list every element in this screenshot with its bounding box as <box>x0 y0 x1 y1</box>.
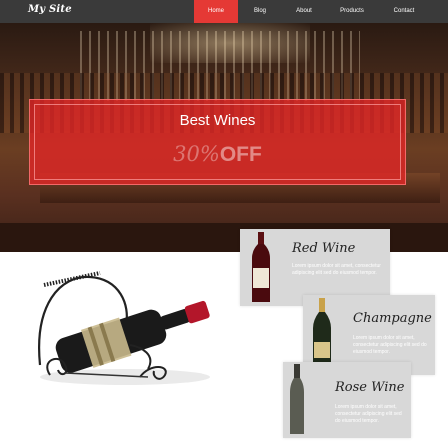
rose-wine-bottle-image <box>290 364 304 434</box>
nav-item-products[interactable]: Products <box>326 0 378 23</box>
product-description: Lorem ipsum dolor sit amet, consectetur … <box>292 263 381 276</box>
promo-box[interactable]: Best Wines 30%OFF <box>29 99 406 185</box>
hero-banner: Best Wines 30%OFF <box>0 23 448 252</box>
nav-menu: Home Blog About Products Contact <box>194 0 430 23</box>
product-description: Lorem ipsum dolor sit amet, consectetur … <box>335 404 402 424</box>
hero-light <box>150 23 310 63</box>
nav-item-blog[interactable]: Blog <box>238 0 282 23</box>
wine-rack-image <box>38 271 210 385</box>
nav-item-about[interactable]: About <box>282 0 326 23</box>
champagne-bottle-image <box>313 298 331 370</box>
promo-discount: 30%OFF <box>30 142 405 167</box>
site-logo[interactable]: My Site <box>28 4 72 15</box>
product-name: Red Wine <box>292 241 356 256</box>
product-card-rose-wine[interactable]: Rose Wine Lorem ipsum dolor sit amet, co… <box>283 362 411 438</box>
product-name: Champagne <box>353 311 432 326</box>
product-description: Lorem ipsum dolor sit amet, consectetur … <box>353 335 427 355</box>
nav-item-contact[interactable]: Contact <box>378 0 430 23</box>
top-navbar: My Site Home Blog About Products Contact <box>0 0 448 23</box>
promo-title: Best Wines <box>179 112 256 129</box>
discount-number: 30% <box>173 142 220 166</box>
nav-item-home[interactable]: Home <box>194 0 238 23</box>
discount-word: OFF <box>219 143 262 166</box>
product-name: Rose Wine <box>335 380 405 395</box>
red-wine-bottle-image <box>252 232 270 302</box>
